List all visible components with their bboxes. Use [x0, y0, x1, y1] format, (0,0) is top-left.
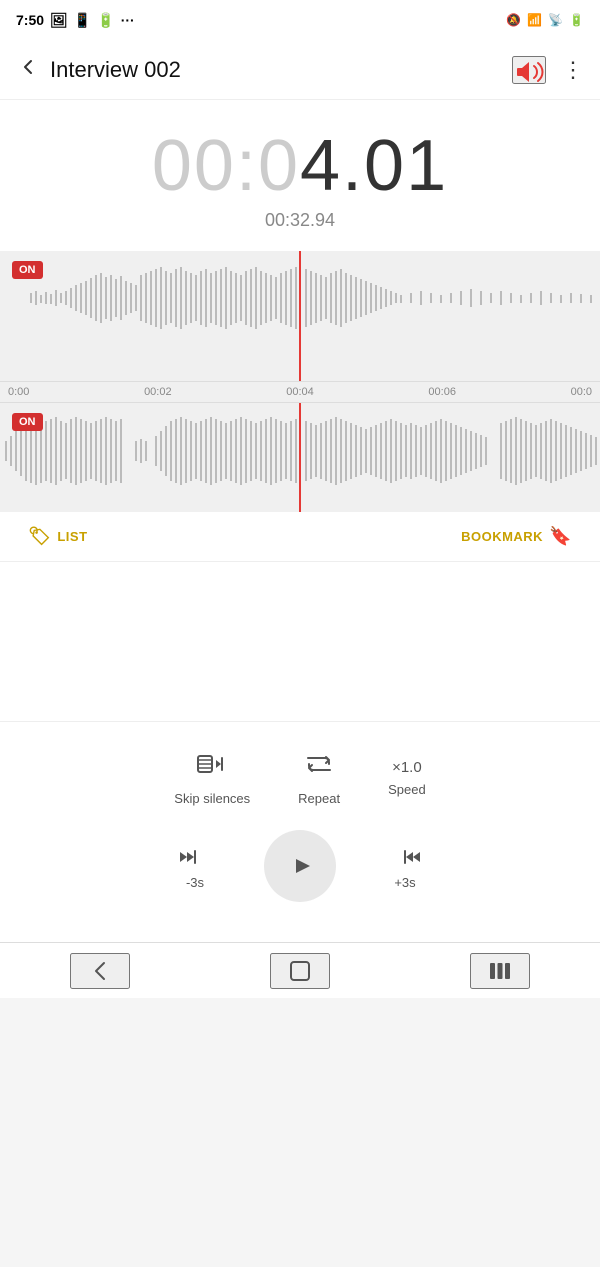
- time-label-3: 00:06: [428, 386, 456, 398]
- status-right-icons: 🔕 📶 📡 🔋: [506, 13, 584, 27]
- list-icon: 🏷: [28, 526, 51, 547]
- track-1[interactable]: ON: [0, 251, 600, 381]
- speed-value: ×1.0: [392, 759, 422, 776]
- timer-dim-part: 00:0: [152, 126, 300, 206]
- time-label-1: 00:02: [144, 386, 172, 398]
- nav-bar: [0, 942, 600, 998]
- more-options-button[interactable]: ⋮: [562, 57, 584, 83]
- repeat-control[interactable]: Repeat: [298, 750, 340, 806]
- repeat-icon: [303, 750, 335, 785]
- playhead-1: [299, 251, 301, 381]
- repeat-label: Repeat: [298, 791, 340, 806]
- nav-recents-button[interactable]: [470, 953, 530, 989]
- skip-silences-icon: [196, 750, 228, 785]
- track-2[interactable]: ON: [0, 402, 600, 512]
- main-timer: 00:04.01: [152, 130, 448, 202]
- nav-home-button[interactable]: [270, 953, 330, 989]
- forward-label: +3s: [394, 875, 415, 890]
- track-1-on-badge: ON: [12, 261, 43, 279]
- timer-section: 00:04.01 00:32.94: [0, 100, 600, 251]
- more-status-icon: ···: [121, 12, 135, 28]
- controls-row: Skip silences Repeat ×1.0 Speed: [16, 750, 584, 806]
- wifi-icon: 📶: [527, 13, 542, 27]
- skip-silences-label: Skip silences: [174, 791, 250, 806]
- playhead-2: [299, 403, 301, 512]
- speed-label: Speed: [388, 782, 426, 797]
- time-axis: 0:00 00:02 00:04 00:06 00:0: [0, 381, 600, 402]
- playback-row: -3s +3s: [16, 830, 584, 918]
- bottom-toolbar: 🏷 LIST BOOKMARK 🔖: [0, 512, 600, 561]
- controls-section: Skip silences Repeat ×1.0 Speed: [0, 721, 600, 942]
- time-label-2: 00:04: [286, 386, 314, 398]
- battery-icon: 🔋: [569, 13, 584, 27]
- status-time: 7:50 🖼 📱 🔋 ···: [16, 12, 135, 29]
- rewind-button[interactable]: -3s: [178, 843, 212, 890]
- track-2-on-badge: ON: [12, 413, 43, 431]
- time-label-0: 0:00: [8, 386, 29, 398]
- time-display: 7:50: [16, 12, 44, 28]
- sim-icon: 📱: [74, 12, 91, 29]
- volume-button[interactable]: [512, 56, 546, 84]
- bookmark-icon: 🔖: [549, 526, 572, 547]
- photo-icon: 🖼: [50, 12, 68, 29]
- status-bar: 7:50 🖼 📱 🔋 ··· 🔕 📶 📡 🔋: [0, 0, 600, 40]
- list-button[interactable]: 🏷 LIST: [28, 526, 88, 547]
- app-bar: Interview 002 ⋮: [0, 40, 600, 100]
- sub-timer: 00:32.94: [265, 210, 335, 231]
- battery-status-icon: 🔋: [97, 12, 114, 29]
- speed-control[interactable]: ×1.0 Speed: [388, 759, 426, 797]
- page-title: Interview 002: [50, 57, 512, 83]
- timer-bright-part: 4.01: [300, 126, 448, 206]
- rewind-label: -3s: [186, 875, 204, 890]
- transcript-area: [0, 561, 600, 721]
- mute-icon: 🔕: [506, 13, 521, 27]
- nav-back-button[interactable]: [70, 953, 130, 989]
- signal-icon: 📡: [548, 13, 563, 27]
- time-label-4: 00:0: [571, 386, 592, 398]
- bookmark-button[interactable]: BOOKMARK 🔖: [461, 526, 572, 547]
- back-button[interactable]: [16, 55, 40, 85]
- app-bar-actions: ⋮: [512, 56, 584, 84]
- play-button[interactable]: [264, 830, 336, 902]
- waveform-container[interactable]: ON: [0, 251, 600, 512]
- forward-button[interactable]: +3s: [388, 843, 422, 890]
- skip-silences-control[interactable]: Skip silences: [174, 750, 250, 806]
